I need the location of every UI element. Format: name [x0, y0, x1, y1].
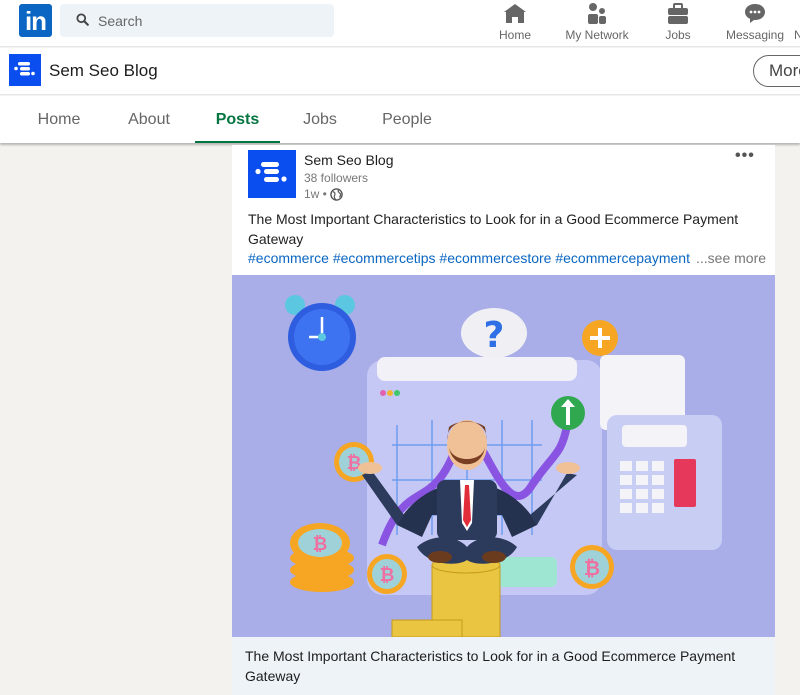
calculator-graphic	[600, 355, 722, 550]
search-input[interactable]	[98, 4, 328, 37]
home-icon	[504, 4, 526, 23]
nav-home[interactable]: Home	[490, 0, 540, 47]
tab-home[interactable]: Home	[37, 96, 81, 143]
nav-label: Home	[498, 28, 531, 42]
post-menu-button[interactable]: •••	[735, 147, 755, 165]
post-card: Sem Seo Blog 38 followers 1w • ••• The M…	[232, 145, 775, 695]
page-tabs: Home About Posts Jobs People	[0, 96, 800, 143]
post-author-logo[interactable]	[248, 150, 296, 198]
post-time: 1w •	[304, 187, 327, 201]
nav-label: N	[794, 28, 800, 42]
svg-text:₿: ₿	[347, 453, 362, 474]
sem-seo-logo-icon	[255, 162, 287, 182]
nav-items: Home My Network Jobs Messaging N	[490, 0, 800, 47]
post-text: The Most Important Characteristics to Lo…	[248, 211, 739, 247]
up-arrow-graphic	[551, 396, 585, 430]
company-logo[interactable]	[9, 54, 41, 86]
card-graphic	[497, 557, 557, 587]
post-timestamp: 1w •	[304, 187, 343, 201]
alarm-clock-graphic	[285, 295, 356, 371]
question-bubble-graphic: ?	[461, 308, 527, 358]
message-icon	[745, 4, 765, 23]
nav-messaging[interactable]: Messaging	[720, 0, 790, 47]
search-icon	[76, 13, 89, 26]
search-box[interactable]	[60, 4, 334, 37]
tab-about[interactable]: About	[127, 96, 171, 143]
linkedin-logo[interactable]: in	[19, 4, 52, 37]
company-header: Sem Seo Blog More	[0, 48, 800, 95]
post-link-caption[interactable]: The Most Important Characteristics to Lo…	[232, 637, 775, 695]
tab-jobs[interactable]: Jobs	[303, 96, 337, 143]
post-hashtags: #ecommerce #ecommercetips #ecommercestor…	[248, 248, 768, 268]
briefcase-icon	[668, 3, 688, 24]
tab-people[interactable]: People	[382, 96, 432, 143]
see-more-link[interactable]: ...see more	[694, 248, 767, 268]
nav-my-network[interactable]: My Network	[544, 0, 650, 47]
plus-coin-graphic	[582, 320, 618, 356]
svg-text:₿: ₿	[584, 556, 600, 580]
hashtag-link[interactable]: #ecommercepayment	[555, 250, 690, 266]
post-author-name[interactable]: Sem Seo Blog	[304, 152, 394, 168]
hashtag-link[interactable]: #ecommerce	[248, 250, 329, 266]
hashtag-link[interactable]: #ecommercetips	[333, 250, 436, 266]
globe-icon	[330, 187, 343, 201]
hashtag-link[interactable]: #ecommercestore	[439, 250, 551, 266]
nav-jobs[interactable]: Jobs	[654, 0, 702, 47]
svg-text:₿: ₿	[313, 534, 328, 555]
nav-notifications[interactable]: N	[794, 0, 800, 47]
post-followers: 38 followers	[304, 171, 369, 185]
tab-posts[interactable]: Posts	[195, 96, 280, 143]
nav-label: My Network	[565, 28, 629, 42]
svg-text:₿: ₿	[380, 565, 395, 586]
svg-text:?: ?	[484, 315, 505, 356]
nav-label: Jobs	[665, 28, 691, 42]
global-nav: in Home My Network Jobs Messaging N	[0, 0, 800, 47]
more-button[interactable]: More	[753, 55, 800, 87]
nav-label: Messaging	[725, 28, 785, 42]
sem-seo-logo-icon	[14, 62, 35, 76]
company-name[interactable]: Sem Seo Blog	[49, 61, 158, 81]
network-icon	[588, 3, 606, 24]
post-image[interactable]: ? ₿ ₿ ₿ ₿	[232, 275, 775, 637]
post-illustration: ? ₿ ₿ ₿ ₿	[285, 295, 722, 637]
